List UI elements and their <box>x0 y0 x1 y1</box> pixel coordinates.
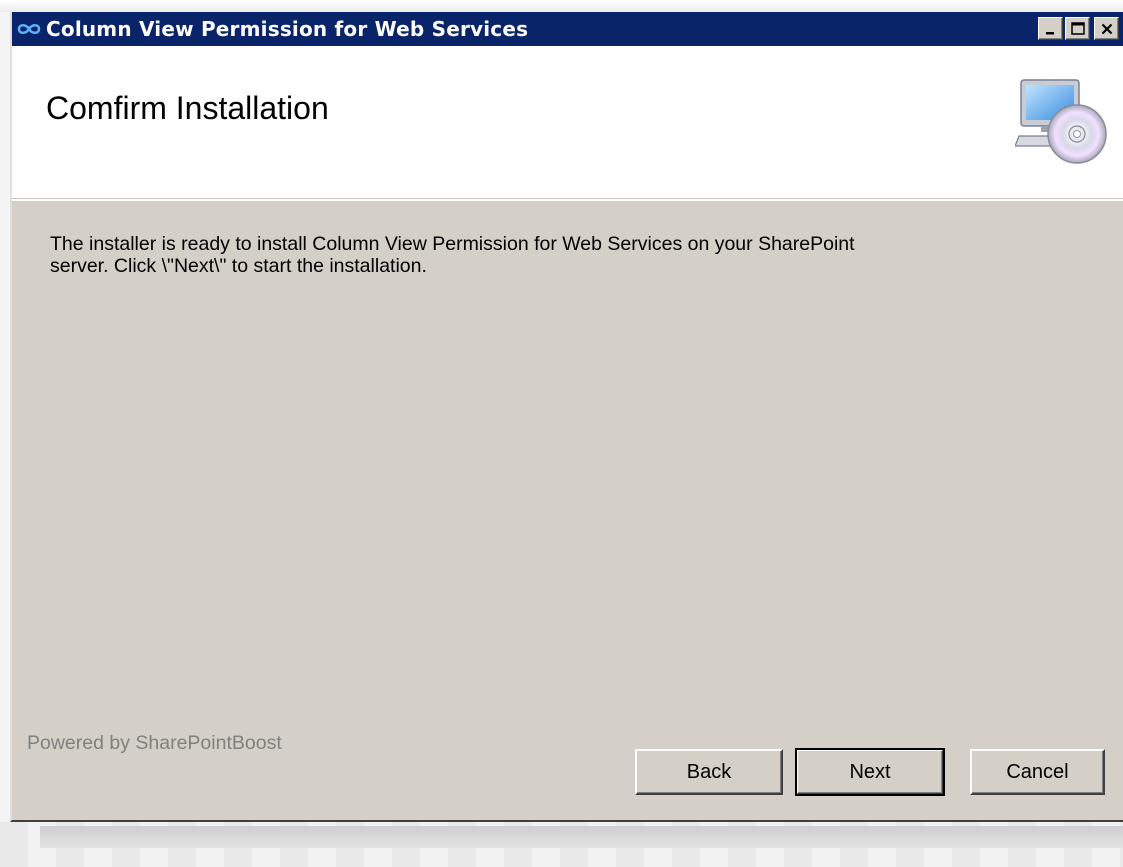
install-message-line-1: The installer is ready to install Column… <box>50 233 855 255</box>
installer-window: Column View Permission for Web Services <box>10 12 1123 822</box>
window-title: Column View Permission for Web Services <box>46 17 529 41</box>
header-separator <box>12 198 1123 201</box>
page-title: Comfirm Installation <box>46 90 329 126</box>
title-bar[interactable]: Column View Permission for Web Services <box>12 12 1123 46</box>
minimize-icon <box>1045 31 1054 34</box>
next-button[interactable]: Next <box>795 748 945 796</box>
close-icon <box>1101 23 1112 34</box>
app-infinity-icon <box>12 12 46 46</box>
cancel-button[interactable]: Cancel <box>970 749 1105 795</box>
minimize-button[interactable] <box>1038 17 1063 40</box>
install-message: The installer is ready to install Column… <box>50 233 930 277</box>
title-buttons <box>1038 17 1119 40</box>
maximize-button[interactable] <box>1065 17 1090 40</box>
background-strip-top <box>0 0 1123 12</box>
computer-cd-icon <box>1014 76 1107 168</box>
wizard-header: Comfirm Installation <box>12 46 1123 198</box>
background-strip-bottom <box>0 822 1123 867</box>
powered-by-label: Powered by SharePointBoost <box>27 732 282 754</box>
install-message-line-2: server. Click \"Next\" to start the inst… <box>50 255 427 277</box>
maximize-icon <box>1070 22 1085 35</box>
back-button[interactable]: Back <box>635 749 783 795</box>
close-button[interactable] <box>1094 17 1119 40</box>
